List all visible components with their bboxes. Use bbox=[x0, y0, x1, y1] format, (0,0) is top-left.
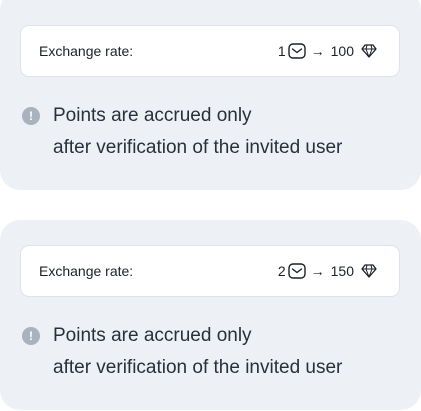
exchange-rate-box: Exchange rate: 2 → 150 bbox=[20, 245, 400, 297]
rate-from-amount: 2 bbox=[277, 263, 286, 279]
exchange-rate-value: 2 → 150 bbox=[278, 263, 377, 279]
exchange-card-2: Exchange rate: 2 → 150 ! Points are accr… bbox=[0, 220, 421, 410]
arrow-icon: → bbox=[310, 263, 325, 279]
note-text: Points are accrued only after verificati… bbox=[53, 100, 342, 164]
exclamation-icon: ! bbox=[22, 107, 40, 125]
exchange-rate-label: Exchange rate: bbox=[39, 263, 134, 279]
rate-to-amount: 150 bbox=[330, 263, 354, 279]
diamond-icon bbox=[361, 264, 377, 278]
arrow-icon: → bbox=[310, 43, 325, 59]
verification-note: ! Points are accrued only after verifica… bbox=[22, 104, 411, 164]
exchange-rate-label: Exchange rate: bbox=[39, 43, 134, 59]
note-text: Points are accrued only after verificati… bbox=[53, 320, 342, 384]
envelope-icon bbox=[287, 43, 306, 59]
note-line-2: after verification of the invited user bbox=[53, 137, 343, 158]
rate-to-amount: 100 bbox=[330, 43, 354, 59]
exchange-rate-box: Exchange rate: 1 → 100 bbox=[20, 25, 400, 77]
note-line-1: Points are accrued only bbox=[53, 105, 252, 126]
note-line-1: Points are accrued only bbox=[53, 325, 252, 346]
rate-from-amount: 1 bbox=[277, 43, 286, 59]
diamond-icon bbox=[361, 44, 377, 58]
verification-note: ! Points are accrued only after verifica… bbox=[22, 324, 411, 384]
exchange-card-1: Exchange rate: 1 → 100 ! Points are accr… bbox=[0, 0, 421, 190]
envelope-icon bbox=[287, 263, 306, 279]
exchange-rate-value: 1 → 100 bbox=[278, 43, 377, 59]
note-line-2: after verification of the invited user bbox=[53, 357, 343, 378]
exclamation-icon: ! bbox=[22, 327, 40, 345]
